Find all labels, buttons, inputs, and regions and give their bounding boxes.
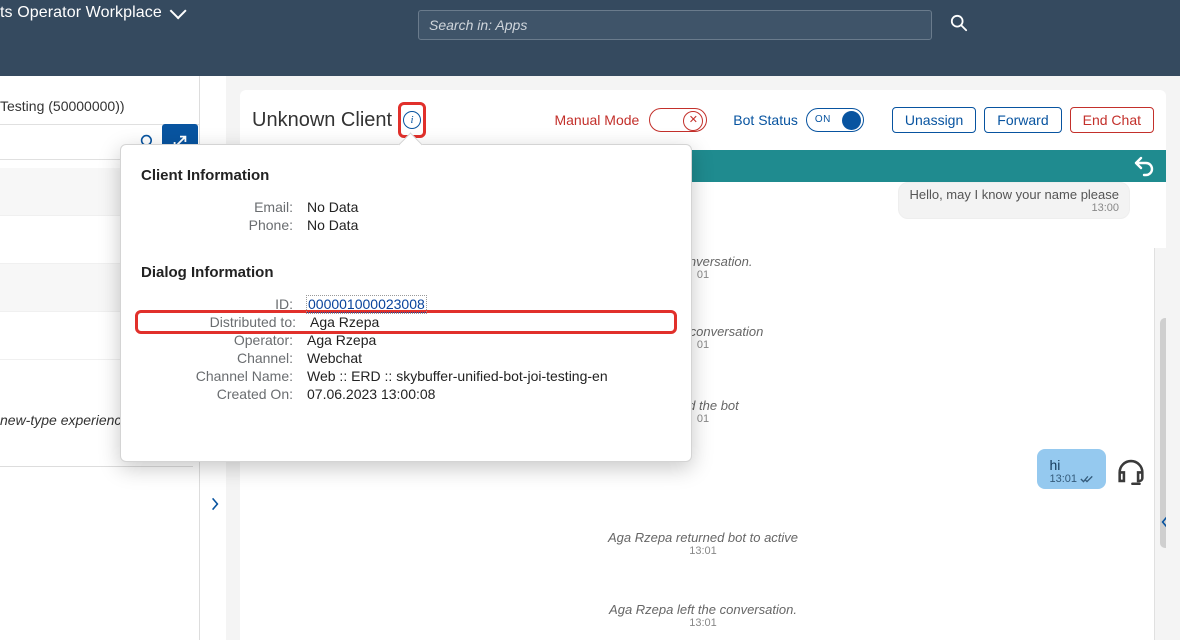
kv-key: Channel Name: — [141, 368, 307, 384]
kv-value: Webchat — [307, 350, 671, 366]
info-icon-highlight: i — [398, 102, 426, 138]
manual-mode-toggle[interactable] — [649, 108, 707, 132]
kv-value: Aga Rzepa — [310, 314, 668, 330]
system-message-time: 13:01 — [240, 545, 1166, 557]
bot-status-label: Bot Status — [733, 112, 798, 128]
kv-value: 000001000023008 — [307, 296, 671, 312]
forward-button[interactable]: Forward — [984, 107, 1061, 133]
chevron-down-icon — [170, 2, 187, 19]
kv-key: Operator: — [141, 332, 307, 348]
search-icon[interactable] — [950, 14, 968, 32]
app-header: ts Operator Workplace Search in: Apps — [0, 0, 1180, 76]
workplace-title-text: ts Operator Workplace — [0, 4, 162, 22]
system-message-time: 13:01 — [240, 617, 1166, 629]
operator-message-meta: 13:01 — [1049, 473, 1094, 485]
chevron-left-icon[interactable] — [1160, 514, 1166, 530]
kv-value: Aga Rzepa — [307, 332, 671, 348]
prev-bot-message: Hello, may I know your name please 13:00 — [898, 182, 1130, 219]
client-title: Unknown Client — [252, 109, 392, 132]
sidebar-clipped-title: Testing (50000000)) — [0, 98, 193, 114]
client-info-popover: Client Information Email: No Data Phone:… — [120, 144, 692, 462]
divider — [0, 466, 193, 467]
kv-key: Created On: — [141, 386, 307, 402]
prev-msg-time: 13:00 — [909, 202, 1119, 214]
chat-titlebar: Unknown Client i Manual Mode Bot Status … — [240, 90, 1166, 150]
kv-row-id: ID: 000001000023008 — [141, 295, 671, 313]
kv-row-created: Created On: 07.06.2023 13:00:08 — [141, 385, 671, 403]
system-message-text: Aga Rzepa returned bot to active — [608, 530, 798, 545]
system-message-text: Aga Rzepa left the conversation. — [609, 602, 797, 617]
kv-value: 07.06.2023 13:00:08 — [307, 386, 671, 402]
kv-row-phone: Phone: No Data — [141, 216, 671, 234]
operator-message-text: hi — [1049, 457, 1094, 473]
info-icon[interactable]: i — [403, 111, 421, 129]
bot-on-text: ON — [815, 114, 831, 125]
kv-key: Phone: — [141, 217, 307, 233]
operator-message-time: 13:01 — [1049, 473, 1077, 485]
scrollbar-track[interactable] — [1154, 248, 1166, 640]
kv-value: Web :: ERD :: skybuffer-unified-bot-joi-… — [307, 368, 671, 384]
bot-status-toggle[interactable]: ON — [806, 108, 864, 132]
collapse-chevron-icon[interactable] — [210, 496, 220, 512]
undo-icon[interactable] — [1132, 154, 1156, 178]
kv-value: No Data — [307, 199, 671, 215]
end-chat-button[interactable]: End Chat — [1070, 107, 1154, 133]
headset-icon — [1114, 454, 1148, 488]
global-search-input[interactable]: Search in: Apps — [418, 10, 932, 40]
kv-row-channel-name: Channel Name: Web :: ERD :: skybuffer-un… — [141, 367, 671, 385]
popover-section-header: Client Information — [141, 167, 671, 184]
system-message: Aga Rzepa left the conversation. 13:01 — [240, 602, 1166, 629]
kv-value: No Data — [307, 217, 671, 233]
operator-message-bubble: hi 13:01 — [1037, 449, 1106, 489]
kv-key: ID: — [141, 296, 307, 312]
kv-key: Distributed to: — [144, 314, 310, 330]
popover-section-header: Dialog Information — [141, 264, 671, 281]
prev-msg-text: Hello, may I know your name please — [909, 187, 1119, 202]
kv-key: Channel: — [141, 350, 307, 366]
manual-mode-label: Manual Mode — [554, 112, 639, 128]
kv-row-channel: Channel: Webchat — [141, 349, 671, 367]
dialog-id-link[interactable]: 000001000023008 — [307, 296, 426, 313]
kv-row-operator: Operator: Aga Rzepa — [141, 331, 671, 349]
kv-row-email: Email: No Data — [141, 198, 671, 216]
search-placeholder-text: Search in: Apps — [429, 17, 527, 33]
workplace-dropdown[interactable]: ts Operator Workplace — [0, 0, 182, 25]
kv-key: Email: — [141, 199, 307, 215]
unassign-button[interactable]: Unassign — [892, 107, 976, 133]
system-message: Aga Rzepa returned bot to active 13:01 — [240, 530, 1166, 557]
